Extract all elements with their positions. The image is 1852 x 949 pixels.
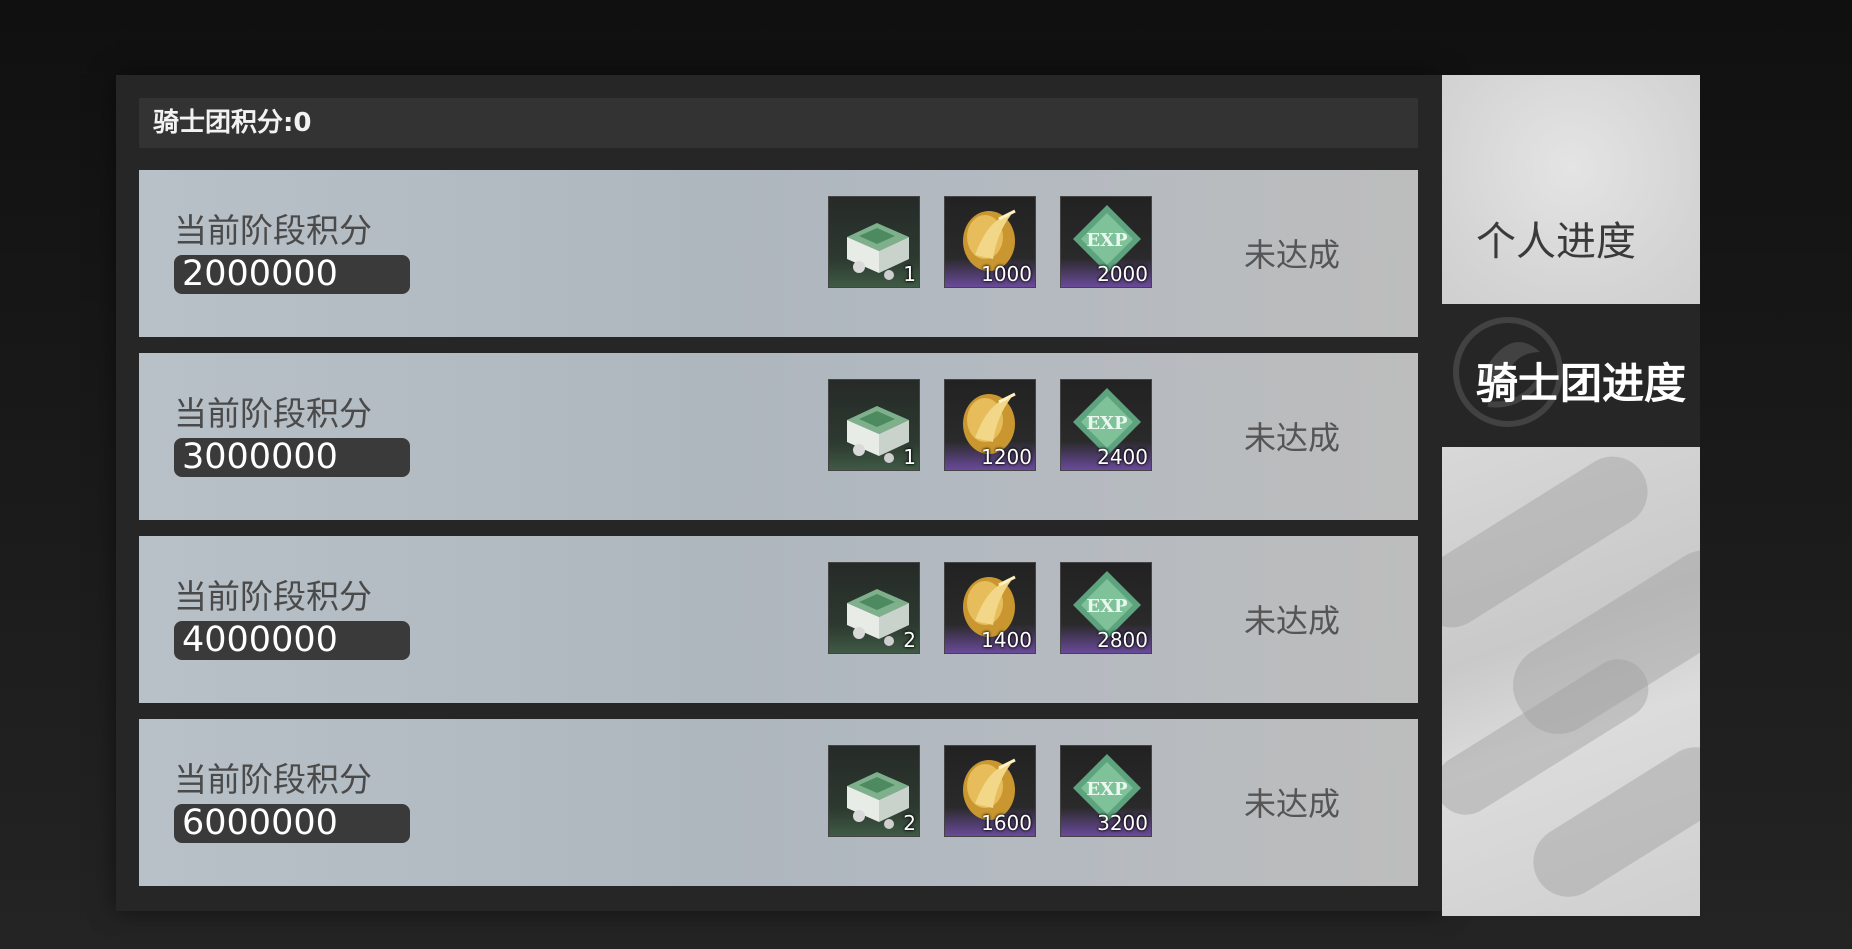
reward-count: 2800 — [1097, 628, 1148, 652]
reward-tier-row: 当前阶段积分 3000000 1 1200 EXP 2400 未达成 — [139, 353, 1418, 520]
stage-points-label: 当前阶段积分 — [174, 760, 372, 799]
stage-points-label: 当前阶段积分 — [174, 577, 372, 616]
reward-count: 1200 — [981, 445, 1032, 469]
reward-slot-gold[interactable]: 1400 — [944, 562, 1036, 654]
reward-count: 2 — [903, 628, 916, 652]
reward-slot-crate[interactable]: 1 — [828, 379, 920, 471]
reward-slot-exp[interactable]: EXP 2000 — [1060, 196, 1152, 288]
reward-count: 3200 — [1097, 811, 1148, 835]
stage-points-label: 当前阶段积分 — [174, 211, 372, 250]
reward-slot-crate[interactable]: 1 — [828, 196, 920, 288]
reward-count: 1000 — [981, 262, 1032, 286]
exp-icon-text: EXP — [1086, 596, 1128, 617]
guild-score-separator: : — [283, 108, 294, 138]
guild-score-value: 0 — [293, 108, 312, 138]
reward-slot-crate[interactable]: 2 — [828, 562, 920, 654]
reward-slot-gold[interactable]: 1000 — [944, 196, 1036, 288]
tab-personal-progress[interactable]: 个人进度 — [1442, 75, 1700, 304]
reward-count: 2400 — [1097, 445, 1148, 469]
reward-slot-exp[interactable]: EXP 3200 — [1060, 745, 1152, 837]
tab-personal-label: 个人进度 — [1476, 219, 1636, 265]
game-screen: 骑士团积分:0 当前阶段积分 2000000 1 1000 EXP 2000 未… — [0, 0, 1852, 949]
reward-tier-list: 当前阶段积分 2000000 1 1000 EXP 2000 未达成 当前阶段积… — [139, 170, 1418, 902]
stage-points-value: 3000000 — [174, 438, 410, 477]
stage-points-label: 当前阶段积分 — [174, 394, 372, 433]
tier-status: 未达成 — [1244, 236, 1341, 274]
reward-slot-exp[interactable]: EXP 2800 — [1060, 562, 1152, 654]
guild-score-label: 骑士团积分 — [153, 108, 284, 138]
reward-slot-gold[interactable]: 1600 — [944, 745, 1036, 837]
reward-tier-row: 当前阶段积分 2000000 1 1000 EXP 2000 未达成 — [139, 170, 1418, 337]
exp-icon-text: EXP — [1086, 413, 1128, 434]
tier-status: 未达成 — [1244, 602, 1341, 640]
reward-count: 1400 — [981, 628, 1032, 652]
stage-points-value: 6000000 — [174, 804, 410, 843]
stage-points-value: 2000000 — [174, 255, 410, 294]
tab-knights-progress[interactable]: 骑士团进度 — [1442, 304, 1700, 447]
side-decoration — [1442, 447, 1700, 916]
tier-status: 未达成 — [1244, 785, 1341, 823]
stage-points-value: 4000000 — [174, 621, 410, 660]
tier-status: 未达成 — [1244, 419, 1341, 457]
reward-count: 2000 — [1097, 262, 1148, 286]
exp-icon-text: EXP — [1086, 779, 1128, 800]
guild-score-bar: 骑士团积分:0 — [139, 98, 1418, 148]
reward-tier-row: 当前阶段积分 4000000 2 1400 EXP 2800 未达成 — [139, 536, 1418, 703]
reward-count: 1 — [903, 262, 916, 286]
exp-icon-text: EXP — [1086, 230, 1128, 251]
reward-slot-crate[interactable]: 2 — [828, 745, 920, 837]
reward-slot-exp[interactable]: EXP 2400 — [1060, 379, 1152, 471]
reward-count: 1600 — [981, 811, 1032, 835]
reward-count: 2 — [903, 811, 916, 835]
reward-slot-gold[interactable]: 1200 — [944, 379, 1036, 471]
reward-tier-row: 当前阶段积分 6000000 2 1600 EXP 3200 未达成 — [139, 719, 1418, 886]
reward-count: 1 — [903, 445, 916, 469]
tab-knights-label: 骑士团进度 — [1476, 359, 1687, 408]
